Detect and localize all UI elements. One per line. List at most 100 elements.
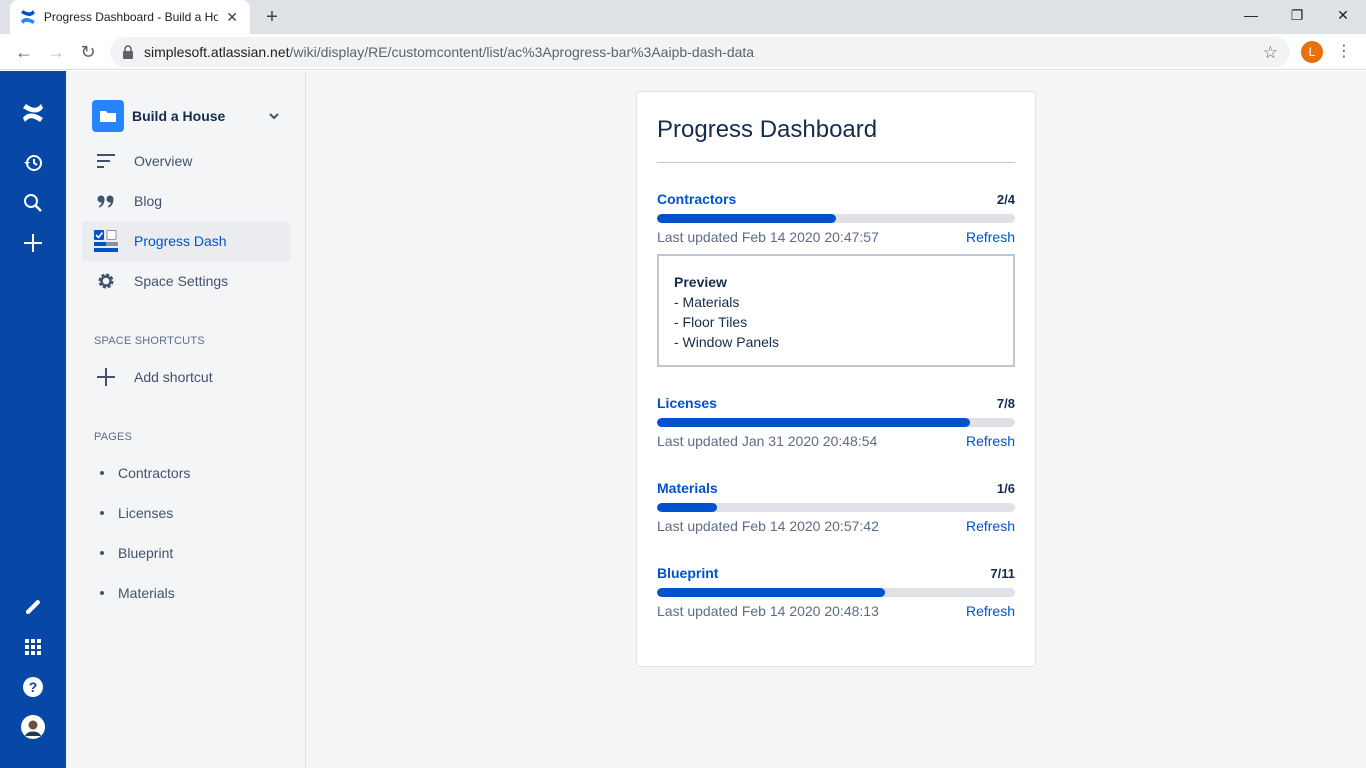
bullet xyxy=(100,471,104,475)
progress-bar xyxy=(657,418,1015,427)
last-updated-text: Last updated Feb 14 2020 20:47:57 xyxy=(657,229,879,245)
pages-heading: PAGES xyxy=(94,431,133,443)
progress-dash-icon xyxy=(94,229,118,253)
progress-bar-fill xyxy=(657,214,836,223)
confluence-favicon-icon xyxy=(20,10,35,24)
sidebar-item-label: Blog xyxy=(134,193,163,209)
preview-title: Preview xyxy=(674,274,727,290)
browser-toolbar: ← → ↻ simplesoft.atlassian.net/wiki/disp… xyxy=(0,34,1366,70)
page-link-materials[interactable]: Materials xyxy=(100,585,175,601)
quote-icon xyxy=(94,189,118,213)
address-bar[interactable]: simplesoft.atlassian.net/wiki/display/RE… xyxy=(110,37,1290,67)
progress-item-contractors: Contractors 2/4 Last updated Feb 14 2020… xyxy=(657,191,1015,245)
progress-item-title[interactable]: Blueprint xyxy=(657,565,718,581)
new-tab-icon[interactable]: + xyxy=(262,7,282,27)
search-icon[interactable] xyxy=(21,191,45,215)
bullet xyxy=(100,591,104,595)
plus-icon xyxy=(94,365,118,389)
bookmark-star-icon[interactable]: ☆ xyxy=(1263,43,1278,63)
progress-item-blueprint: Blueprint 7/11 Last updated Feb 14 2020 … xyxy=(657,565,1015,619)
progress-count: 7/11 xyxy=(990,565,1015,581)
divider xyxy=(657,162,1015,163)
sidebar-item-label: Space Settings xyxy=(134,273,229,289)
close-window-icon[interactable]: ✕ xyxy=(1320,0,1366,30)
browser-tab-bar: Progress Dashboard - Build a House ✕ + —… xyxy=(0,0,1366,34)
add-shortcut-label: Add shortcut xyxy=(134,369,213,385)
user-avatar-icon[interactable] xyxy=(21,715,45,739)
page-link-licenses[interactable]: Licenses xyxy=(100,505,173,521)
sidebar-item-label: Progress Dash xyxy=(134,233,227,249)
sidebar-item-overview[interactable]: Overview xyxy=(82,141,290,181)
page-link-label: Blueprint xyxy=(118,545,174,561)
space-header[interactable]: Build a House xyxy=(92,100,282,132)
preview-box: Preview - Materials - Floor Tiles - Wind… xyxy=(657,254,1015,367)
progress-bar-fill xyxy=(657,503,717,512)
reload-icon[interactable]: ↻ xyxy=(76,40,100,64)
refresh-link[interactable]: Refresh xyxy=(966,433,1015,449)
progress-item-title[interactable]: Materials xyxy=(657,480,718,496)
sidebar-item-label: Overview xyxy=(134,153,193,169)
lock-icon xyxy=(123,45,133,59)
chevron-down-icon[interactable] xyxy=(266,108,282,124)
browser-tab[interactable]: Progress Dashboard - Build a House ✕ xyxy=(10,0,250,34)
progress-count: 7/8 xyxy=(996,395,1015,411)
progress-count: 1/6 xyxy=(996,480,1015,496)
progress-count: 2/4 xyxy=(996,191,1015,207)
space-folder-icon xyxy=(92,100,124,132)
sidebar-item-progress-dash[interactable]: Progress Dash xyxy=(82,221,290,261)
preview-line: - Floor Tiles xyxy=(674,314,748,330)
tab-title: Progress Dashboard - Build a House xyxy=(43,10,219,24)
confluence-logo-icon[interactable] xyxy=(21,101,45,125)
bullet xyxy=(100,511,104,515)
last-updated-text: Last updated Jan 31 2020 20:48:54 xyxy=(657,433,878,449)
browser-menu-icon[interactable]: ⋮ xyxy=(1336,42,1352,62)
forward-icon[interactable]: → xyxy=(44,40,68,64)
bullet xyxy=(100,551,104,555)
sidebar-item-blog[interactable]: Blog xyxy=(82,181,290,221)
last-updated-text: Last updated Feb 14 2020 20:48:13 xyxy=(657,603,879,619)
space-sidebar: Build a House Overview Blog Progress Das… xyxy=(66,71,306,768)
progress-item-title[interactable]: Licenses xyxy=(657,395,717,411)
progress-bar-fill xyxy=(657,418,971,427)
page-link-label: Licenses xyxy=(118,505,174,521)
notifications-icon[interactable] xyxy=(21,595,45,619)
progress-item-materials: Materials 1/6 Last updated Feb 14 2020 2… xyxy=(657,480,1015,534)
page-link-label: Contractors xyxy=(118,465,191,481)
page-title: Progress Dashboard xyxy=(657,116,878,143)
help-icon[interactable]: ? xyxy=(21,675,45,699)
page-link-contractors[interactable]: Contractors xyxy=(100,465,190,481)
progress-dashboard-card: Progress Dashboard Contractors 2/4 Last … xyxy=(636,91,1036,667)
refresh-link[interactable]: Refresh xyxy=(966,518,1015,534)
global-navigation: ? xyxy=(0,71,66,768)
refresh-link[interactable]: Refresh xyxy=(966,603,1015,619)
add-shortcut-button[interactable]: Add shortcut xyxy=(82,357,290,397)
minimize-icon[interactable]: — xyxy=(1228,0,1274,30)
page-link-blueprint[interactable]: Blueprint xyxy=(100,545,173,561)
preview-line: - Window Panels xyxy=(674,334,780,350)
progress-bar xyxy=(657,503,1015,512)
svg-text:?: ? xyxy=(29,679,38,695)
sidebar-item-space-settings[interactable]: Space Settings xyxy=(82,261,290,301)
preview-line: - Materials xyxy=(674,294,740,310)
restore-icon[interactable]: ❐ xyxy=(1274,0,1320,30)
gear-icon xyxy=(94,269,118,293)
space-name: Build a House xyxy=(132,108,226,124)
page-link-label: Materials xyxy=(118,585,175,601)
back-icon[interactable]: ← xyxy=(12,40,36,64)
progress-item-title[interactable]: Contractors xyxy=(657,191,736,207)
close-tab-icon[interactable]: ✕ xyxy=(224,9,240,25)
app-switcher-icon[interactable] xyxy=(21,635,45,659)
space-shortcuts-heading: SPACE SHORTCUTS xyxy=(94,335,205,347)
main-content: Progress Dashboard Contractors 2/4 Last … xyxy=(306,71,1366,768)
progress-bar xyxy=(657,588,1015,597)
last-updated-text: Last updated Feb 14 2020 20:57:42 xyxy=(657,518,879,534)
overview-lines-icon xyxy=(94,149,118,173)
recent-history-icon[interactable] xyxy=(21,151,45,175)
progress-item-licenses: Licenses 7/8 Last updated Jan 31 2020 20… xyxy=(657,395,1015,449)
url-text: simplesoft.atlassian.net/wiki/display/RE… xyxy=(144,44,755,60)
profile-avatar[interactable]: L xyxy=(1301,41,1323,63)
progress-bar xyxy=(657,214,1015,223)
create-plus-icon[interactable] xyxy=(21,231,45,255)
refresh-link[interactable]: Refresh xyxy=(966,229,1015,245)
progress-bar-fill xyxy=(657,588,885,597)
